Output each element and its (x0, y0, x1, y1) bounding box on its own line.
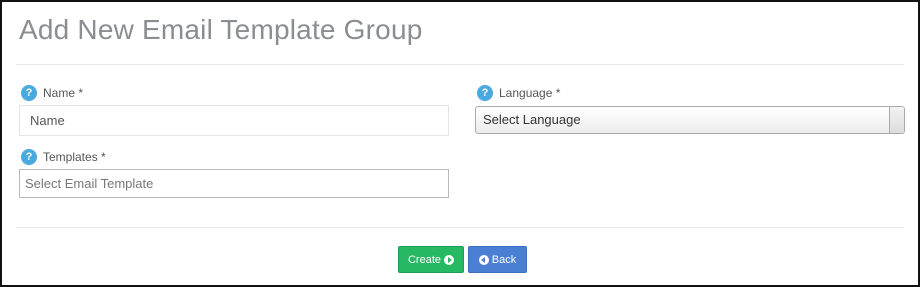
dropdown-arrow[interactable] (889, 107, 904, 133)
footer-divider (16, 227, 904, 228)
question-mark-circle-icon[interactable]: ? (21, 85, 37, 101)
form-panel: Add New Email Template Group ? Name * ? … (0, 0, 920, 287)
language-select-value: Select Language (483, 112, 581, 127)
name-label-text: Name * (43, 86, 84, 100)
templates-input[interactable] (19, 169, 449, 198)
header-divider (16, 64, 904, 65)
question-mark-circle-icon[interactable]: ? (21, 149, 37, 165)
create-button[interactable]: Create (398, 246, 464, 273)
name-label: ? Name * (21, 85, 83, 101)
back-button[interactable]: Back (468, 246, 527, 273)
language-label: ? Language * (477, 85, 560, 101)
arrow-circle-right-icon (444, 254, 455, 265)
language-label-text: Language * (499, 86, 561, 100)
templates-label: ? Templates * (21, 149, 106, 165)
name-input[interactable] (19, 105, 449, 136)
language-select[interactable]: Select Language (475, 106, 905, 134)
arrow-circle-left-icon (478, 254, 489, 265)
create-button-label: Create (407, 253, 442, 266)
templates-label-text: Templates * (43, 150, 106, 164)
back-button-label: Back (491, 253, 517, 266)
page-title: Add New Email Template Group (19, 14, 423, 45)
question-mark-circle-icon[interactable]: ? (477, 85, 493, 101)
